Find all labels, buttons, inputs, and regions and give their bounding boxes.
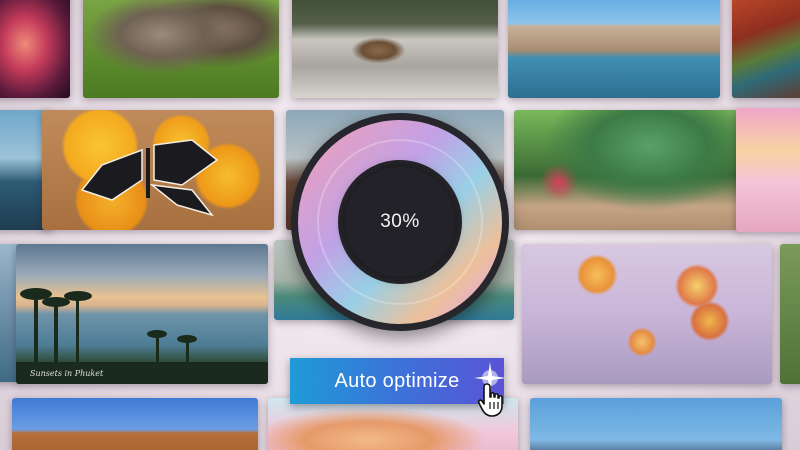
photo-collage: Sunsets in Phuket 30% Auto optimize <box>0 0 800 450</box>
progress-percentage: 30% <box>380 211 420 232</box>
progress-ring: 30% <box>285 111 517 333</box>
photo-tile-canyon[interactable] <box>732 0 800 98</box>
photo-tile-peacock[interactable] <box>514 110 740 230</box>
progress-ring-center: 30% <box>345 167 455 277</box>
photo-tile-butterfly[interactable] <box>42 110 274 230</box>
photo-tile-macarons[interactable] <box>736 108 800 232</box>
palm-silhouettes <box>16 288 268 384</box>
photo-tile-venice[interactable] <box>508 0 720 98</box>
photo-tile-chipmunk[interactable] <box>292 0 498 98</box>
photo-tile-green[interactable] <box>780 244 800 384</box>
hand-pointer-icon <box>478 383 503 417</box>
photo-tile-desert[interactable] <box>12 398 258 450</box>
photo-tile-sunset[interactable]: Sunsets in Phuket <box>16 244 268 384</box>
photo-tile-cats[interactable] <box>83 0 279 98</box>
auto-optimize-button[interactable]: Auto optimize <box>290 358 504 404</box>
butterfly-shape <box>80 139 219 217</box>
photo-credit: Sunsets in Phuket <box>30 369 104 378</box>
photo-tile-red-abstract[interactable] <box>0 0 70 98</box>
photo-tile-skyline[interactable] <box>530 398 782 450</box>
photo-tile-flowers[interactable] <box>522 244 772 384</box>
